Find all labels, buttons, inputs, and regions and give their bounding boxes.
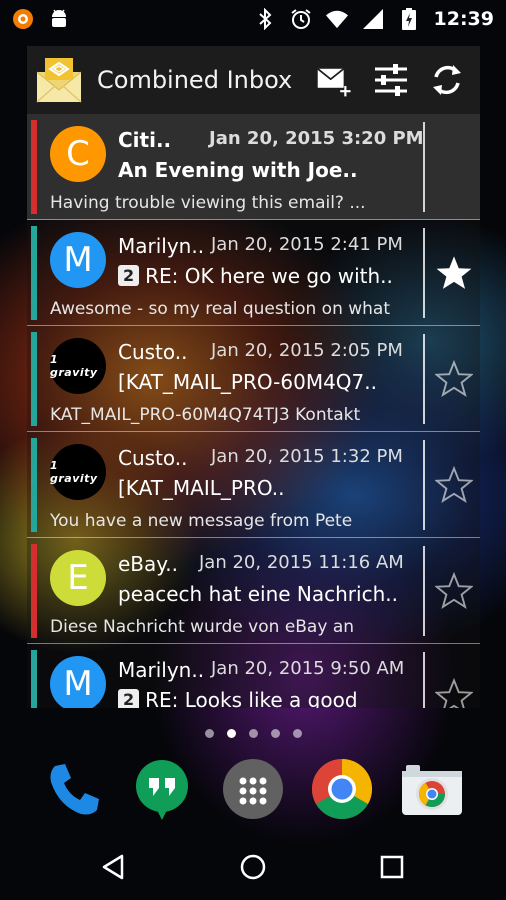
message-list[interactable]: C Citi.. Jan 20, 2015 3:20 PM An Evening…	[27, 114, 480, 708]
app-logo-icon[interactable]	[33, 54, 85, 106]
message-row[interactable]: M Marilyn.. Jan 20, 2015 9:50 AM 2 RE: Lo…	[27, 644, 480, 708]
page-dot[interactable]	[248, 729, 258, 738]
sender-avatar: E	[50, 550, 106, 606]
message-date: Jan 20, 2015 3:20 PM	[209, 128, 424, 149]
back-icon[interactable]	[94, 848, 132, 886]
recents-icon[interactable]	[373, 848, 411, 886]
thread-count-badge: 2	[118, 265, 140, 286]
sender-avatar: 1 gravity	[50, 444, 106, 500]
sender-name: Marilyn..	[118, 658, 205, 682]
message-preview: Diese Nachricht wurde von eBay an	[50, 617, 355, 637]
email-widget: Combined Inbox C Citi.. Jan 20, 2015 3:2…	[27, 46, 480, 708]
message-row[interactable]: M Marilyn.. Jan 20, 2015 2:41 PM 2 RE: OK…	[27, 220, 480, 326]
message-subject: An Evening with Joe..	[118, 158, 358, 182]
message-preview: Awesome - so my real question on what	[50, 299, 391, 319]
row-divider	[423, 546, 425, 636]
phone-icon[interactable]	[42, 757, 106, 821]
filter-settings-icon[interactable]	[372, 61, 410, 99]
account-color-bar	[31, 544, 37, 638]
account-color-bar	[31, 226, 37, 320]
subject-text: RE: OK here we go with..	[145, 264, 393, 288]
compose-icon[interactable]	[316, 61, 354, 99]
notification-app-icon	[12, 8, 34, 30]
row-divider	[423, 122, 425, 212]
row-divider	[423, 652, 425, 708]
bluetooth-icon	[254, 8, 276, 30]
message-date: Jan 20, 2015 2:41 PM	[211, 234, 403, 255]
account-color-bar	[31, 650, 37, 708]
sender-name: Citi..	[118, 128, 172, 152]
message-date: Jan 20, 2015 2:05 PM	[211, 340, 403, 361]
message-row[interactable]: C Citi.. Jan 20, 2015 3:20 PM An Evening…	[27, 114, 480, 220]
message-subject: peacech hat eine Nachrich..	[118, 582, 398, 606]
sender-avatar: M	[50, 232, 106, 288]
hangouts-icon[interactable]	[130, 757, 194, 821]
signal-icon	[362, 8, 384, 30]
page-dot[interactable]	[204, 729, 214, 738]
status-bar: 12:39	[0, 0, 506, 38]
message-date: Jan 20, 2015 9:50 AM	[211, 658, 405, 679]
sender-name: Custo..	[118, 446, 188, 470]
message-preview: Having trouble viewing this email? ...	[50, 193, 366, 213]
message-row[interactable]: 1 gravity Custo.. Jan 20, 2015 2:05 PM […	[27, 326, 480, 432]
account-color-bar	[31, 438, 37, 532]
android-icon	[48, 8, 70, 30]
sender-name: eBay..	[118, 552, 178, 576]
camera-icon[interactable]	[400, 757, 464, 821]
page-dot[interactable]	[292, 729, 302, 738]
battery-charging-icon	[398, 8, 420, 30]
row-divider	[423, 228, 425, 318]
message-date: Jan 20, 2015 11:16 AM	[199, 552, 404, 573]
star-outline-icon[interactable]	[435, 572, 473, 610]
message-preview: KAT_MAIL_PRO-60M4Q74TJ3 Kontakt	[50, 405, 361, 425]
thread-count-badge: 2	[118, 689, 140, 708]
message-date: Jan 20, 2015 1:32 PM	[211, 446, 403, 467]
message-subject: [KAT_MAIL_PRO-60M4Q7..	[118, 370, 377, 394]
star-outline-icon[interactable]	[435, 360, 473, 398]
account-color-bar	[31, 120, 37, 214]
star-outline-icon[interactable]	[435, 678, 473, 708]
sender-avatar: C	[50, 126, 106, 182]
message-row[interactable]: 1 gravity Custo.. Jan 20, 2015 1:32 PM […	[27, 432, 480, 538]
account-color-bar	[31, 332, 37, 426]
page-indicator	[0, 729, 506, 738]
wifi-icon	[325, 8, 348, 30]
message-preview: You have a new message from Pete	[50, 511, 353, 531]
widget-header: Combined Inbox	[27, 46, 480, 114]
subject-text: RE: Looks like a good	[145, 688, 358, 708]
chrome-icon[interactable]	[310, 757, 374, 821]
home-icon[interactable]	[234, 848, 272, 886]
sender-name: Marilyn..	[118, 234, 205, 258]
star-outline-icon[interactable]	[435, 466, 473, 504]
sender-avatar: 1 gravity	[50, 338, 106, 394]
row-divider	[423, 334, 425, 424]
row-divider	[423, 440, 425, 530]
sender-avatar: M	[50, 656, 106, 708]
sender-name: Custo..	[118, 340, 188, 364]
refresh-icon[interactable]	[428, 61, 466, 99]
message-row[interactable]: E eBay.. Jan 20, 2015 11:16 AM peacech h…	[27, 538, 480, 644]
navigation-bar	[0, 834, 506, 900]
message-subject: 2 RE: Looks like a good	[118, 688, 410, 708]
clock: 12:39	[433, 8, 494, 30]
page-dot[interactable]	[270, 729, 280, 738]
widget-title: Combined Inbox	[97, 66, 293, 94]
alarm-icon	[290, 8, 312, 30]
dock	[0, 757, 506, 823]
message-subject: [KAT_MAIL_PRO..	[118, 476, 285, 500]
page-dot-active[interactable]	[226, 729, 236, 738]
message-subject: 2 RE: OK here we go with..	[118, 264, 410, 288]
star-filled-icon[interactable]	[435, 254, 473, 292]
app-drawer-icon[interactable]	[221, 757, 285, 821]
